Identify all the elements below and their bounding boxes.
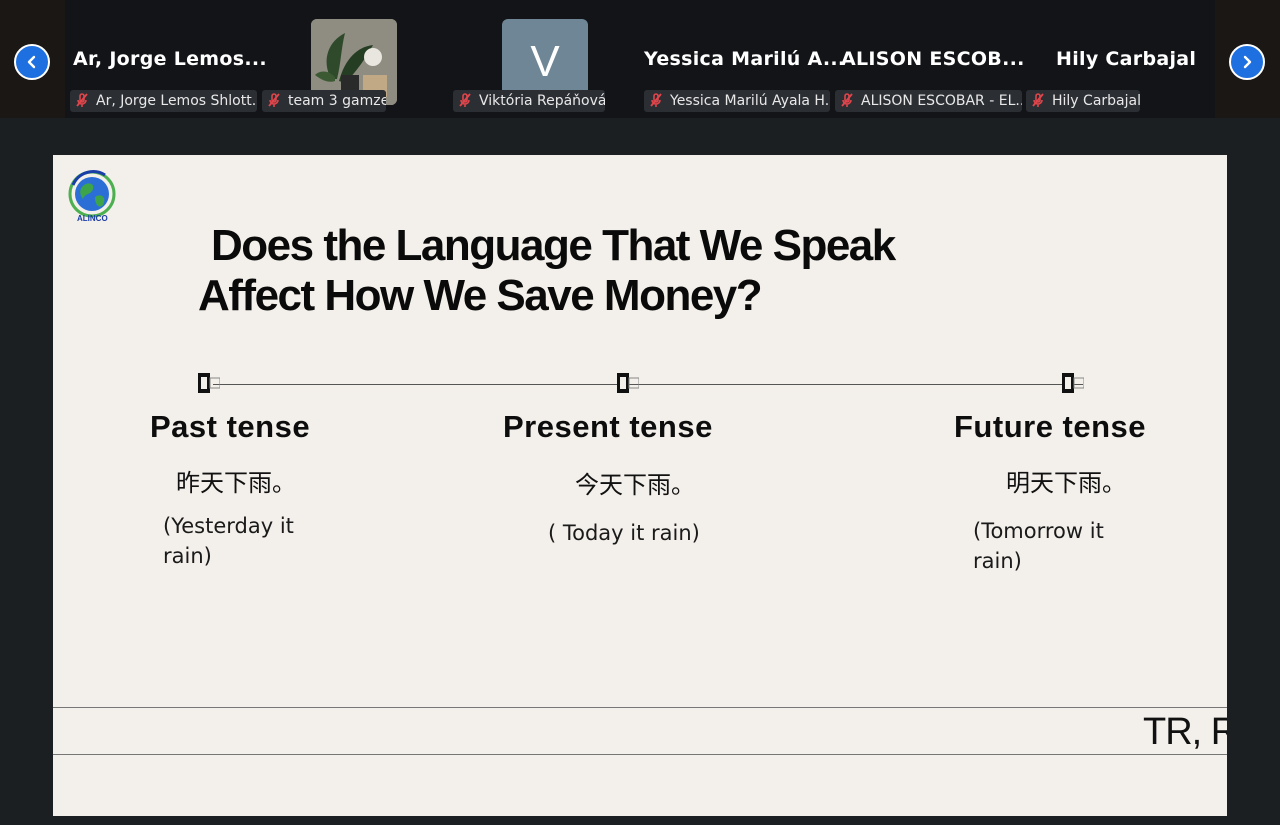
muted-mic-icon	[459, 93, 471, 107]
participant-label-text: Ar, Jorge Lemos Shlott...	[96, 93, 257, 109]
participant-name[interactable]: Yessica Marilú A...	[644, 48, 845, 70]
slide-title-line-1: Does the Language That We Speak	[211, 221, 896, 270]
participant-name[interactable]: ALISON ESCOB...	[841, 48, 1025, 70]
participant-label-text: ALISON ESCOBAR - EL...	[861, 93, 1022, 109]
english-gloss-line: (Tomorrow it	[973, 519, 1104, 543]
english-gloss-line: rain)	[163, 544, 212, 568]
participant-label-text: Yessica Marilú Ayala H...	[670, 93, 830, 109]
muted-mic-icon	[76, 93, 88, 107]
tense-heading-past: Past tense	[150, 409, 311, 444]
participant-strip: Ar, Jorge Lemos... Ar, Jorge Lemos Shlot…	[0, 0, 1280, 118]
next-participants-button[interactable]	[1229, 44, 1265, 80]
timeline-marker-icon	[198, 373, 220, 393]
participant-label[interactable]: Yessica Marilú Ayala H...	[644, 90, 830, 112]
english-gloss-future: (Tomorrow it rain)	[973, 516, 1104, 576]
timeline-marker-icon	[617, 373, 639, 393]
participant-label-text: Hily Carbajal	[1052, 93, 1140, 109]
tense-heading-future: Future tense	[954, 409, 1147, 444]
muted-mic-icon	[841, 93, 853, 107]
english-gloss-line: (Yesterday it	[163, 514, 294, 538]
muted-mic-icon	[650, 93, 662, 107]
english-gloss-present: ( Today it rain)	[548, 518, 700, 548]
tense-heading-present: Present tense	[503, 409, 713, 444]
participant-name[interactable]: Ar, Jorge Lemos...	[73, 48, 267, 70]
muted-mic-icon	[1032, 93, 1044, 107]
participant-label[interactable]: team 3 gamze	[262, 90, 386, 112]
timeline-line	[213, 384, 1083, 385]
participant-label-text: team 3 gamze	[288, 93, 386, 109]
english-gloss-past: (Yesterday it rain)	[163, 511, 294, 571]
participant-label[interactable]: ALISON ESCOBAR - EL...	[835, 90, 1022, 112]
chevron-right-icon	[1243, 55, 1252, 69]
ticker-text: TR, R	[1143, 711, 1227, 753]
ticker-bottom-rule	[53, 754, 1227, 755]
slide-title-line-2: Affect How We Save Money?	[198, 271, 763, 320]
participant-label[interactable]: Viktória Repáňová	[453, 90, 605, 112]
ticker-top-rule	[53, 707, 1227, 708]
prev-participants-button[interactable]	[14, 44, 50, 80]
english-gloss-line: ( Today it rain)	[548, 521, 700, 545]
english-gloss-line: rain)	[973, 549, 1022, 573]
chinese-sentence-past: 昨天下雨。	[176, 469, 296, 497]
shared-slide: ALINCO Does the Language That We Speak A…	[53, 155, 1227, 816]
participant-label[interactable]: Ar, Jorge Lemos Shlott...	[70, 90, 257, 112]
participant-label-text: Viktória Repáňová	[479, 93, 605, 109]
chinese-sentence-present: 今天下雨。	[575, 471, 695, 499]
muted-mic-icon	[268, 93, 280, 107]
participant-name[interactable]: Hily Carbajal	[1056, 48, 1196, 70]
participant-label[interactable]: Hily Carbajal	[1026, 90, 1140, 112]
chinese-sentence-future: 明天下雨。	[1006, 469, 1126, 497]
logo-text: ALINCO	[77, 214, 108, 223]
timeline-marker-icon	[1062, 373, 1084, 393]
chevron-left-icon	[27, 55, 36, 69]
